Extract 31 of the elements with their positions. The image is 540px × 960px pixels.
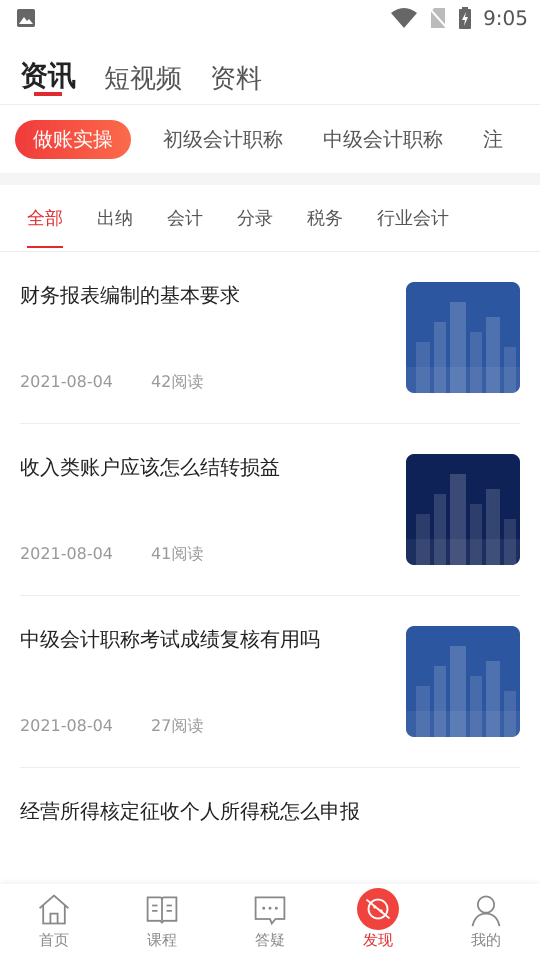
filter-tab[interactable]: 分录 <box>220 185 290 251</box>
article-title[interactable]: 中级会计职称考试成绩复核有用吗 <box>20 626 320 653</box>
filter-tab[interactable]: 税务 <box>290 185 360 251</box>
planet-icon <box>357 888 399 930</box>
article-title[interactable]: 经营所得核定征收个人所得税怎么申报 <box>20 798 360 825</box>
article-date: 2021-08-04 <box>20 716 113 737</box>
filter-tab[interactable]: 行业会计 <box>360 185 466 251</box>
category-chip[interactable]: 注 <box>475 120 511 158</box>
main-tab[interactable]: 资料 <box>210 56 262 100</box>
filter-tab[interactable]: 会计 <box>150 185 220 251</box>
gallery-icon <box>16 8 36 28</box>
clock-time: 9:05 <box>483 6 528 30</box>
nav-item[interactable]: 课程 <box>108 884 216 960</box>
article-title[interactable]: 收入类账户应该怎么结转损益 <box>20 454 280 481</box>
category-chip[interactable]: 初级会计职称 <box>155 120 291 158</box>
nav-item[interactable]: 答疑 <box>216 884 324 960</box>
read-count: 42阅读 <box>150 372 204 393</box>
nav-item[interactable]: 首页 <box>0 884 108 960</box>
no-sim-icon <box>429 7 448 29</box>
nav-item[interactable]: 我的 <box>432 884 540 960</box>
article-title[interactable]: 财务报表编制的基本要求 <box>20 282 240 309</box>
category-chip[interactable]: 中级会计职称 <box>315 120 451 158</box>
article-date: 2021-08-04 <box>20 544 113 565</box>
read-count: 41阅读 <box>150 544 204 565</box>
article-date: 2021-08-04 <box>20 372 113 393</box>
read-count: 27阅读 <box>150 716 204 737</box>
wifi-icon <box>391 8 418 28</box>
battery-icon <box>459 7 472 29</box>
main-tab[interactable]: 短视频 <box>104 56 182 100</box>
nav-item[interactable]: 发现 <box>324 884 432 960</box>
filter-tab[interactable]: 出纳 <box>80 185 150 251</box>
